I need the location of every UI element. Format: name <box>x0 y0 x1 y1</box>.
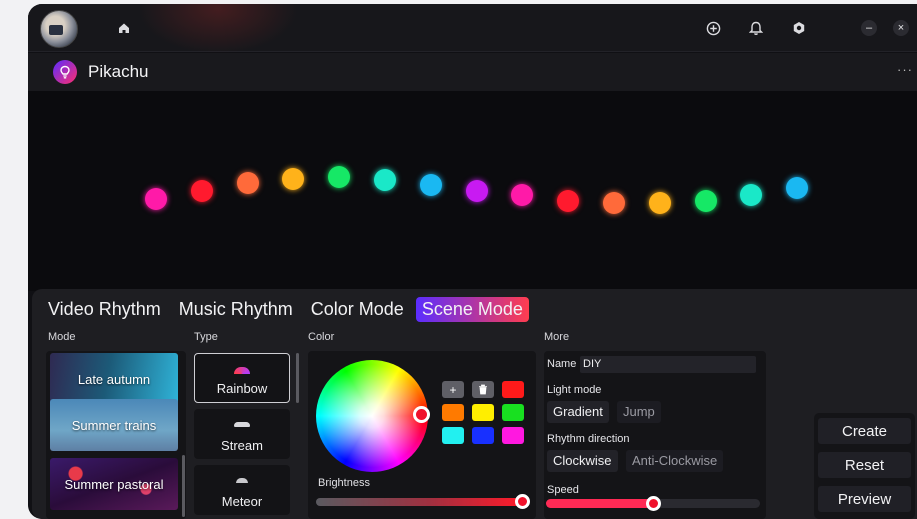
tab-music-rhythm[interactable]: Music Rhythm <box>173 297 299 322</box>
name-label: Name <box>547 358 577 370</box>
speed-slider-handle[interactable] <box>646 496 661 511</box>
direction-clockwise-option[interactable]: Clockwise <box>547 450 618 472</box>
color-swatch[interactable] <box>442 427 464 444</box>
rhythm-direction-label: Rhythm direction <box>547 433 630 445</box>
more-panel: Name DIY Light mode Gradient Jump Rhythm… <box>544 351 766 519</box>
action-panel: Create Reset Preview <box>814 413 915 519</box>
reset-button[interactable]: Reset <box>818 452 911 478</box>
tab-color-mode[interactable]: Color Mode <box>305 297 410 322</box>
more-section-label: More <box>544 331 570 343</box>
more-options-icon[interactable]: ··· <box>897 62 913 77</box>
type-item-label: Stream <box>221 438 263 453</box>
mode-item-label: Late autumn <box>77 371 151 387</box>
color-wheel-handle[interactable] <box>413 406 430 423</box>
name-field[interactable]: DIY <box>580 356 756 373</box>
light-mode-label: Light mode <box>547 384 602 396</box>
led-dot <box>740 184 763 206</box>
led-dot <box>328 166 351 188</box>
led-dot <box>419 174 442 196</box>
delete-color-button[interactable] <box>472 381 494 398</box>
minimize-button[interactable]: – <box>861 20 877 36</box>
bell-icon[interactable] <box>746 18 766 38</box>
mode-item-summer-pastoral[interactable]: Summer pastoral <box>50 458 178 510</box>
type-item-label: Rainbow <box>216 381 268 396</box>
meteor-icon <box>236 478 248 483</box>
type-section-label: Type <box>194 331 218 343</box>
bulb-icon <box>53 60 77 84</box>
color-swatch[interactable] <box>502 381 524 398</box>
mode-section-label: Mode <box>48 331 76 343</box>
color-section-label: Color <box>308 331 335 343</box>
preview-button[interactable]: Preview <box>818 486 911 512</box>
led-dot <box>603 192 625 214</box>
tab-scene-mode[interactable]: Scene Mode <box>415 297 529 322</box>
led-dot <box>282 168 305 190</box>
color-swatch[interactable] <box>472 427 494 444</box>
color-wheel[interactable] <box>316 360 428 472</box>
tab-video-rhythm[interactable]: Video Rhythm <box>42 297 167 322</box>
title-bar: – × <box>28 4 917 54</box>
minimize-icon: – <box>865 22 873 34</box>
led-dot <box>145 188 167 210</box>
mode-item-label: Summer trains <box>71 417 157 433</box>
led-dot <box>465 180 488 202</box>
device-header: Pikachu ··· <box>28 53 917 91</box>
speed-slider-fill <box>546 499 653 508</box>
led-dot <box>557 190 580 212</box>
add-circle-icon[interactable] <box>703 18 723 38</box>
trash-icon <box>479 384 487 395</box>
brightness-label: Brightness <box>318 477 370 489</box>
speed-slider[interactable] <box>546 496 760 511</box>
type-item-stream[interactable]: Stream <box>194 409 290 459</box>
mode-item-summer-trains[interactable]: Summer trains <box>50 399 178 451</box>
device-name: Pikachu <box>88 62 149 81</box>
plus-icon: + <box>449 382 457 397</box>
led-dot <box>236 172 259 194</box>
type-item-label: Meteor <box>221 494 263 509</box>
led-dot <box>786 177 809 199</box>
avatar[interactable] <box>40 10 78 48</box>
add-color-button[interactable]: + <box>442 381 464 398</box>
color-panel: + Brightness <box>308 351 536 519</box>
color-swatch[interactable] <box>502 404 524 421</box>
close-icon: × <box>897 22 905 34</box>
color-swatch[interactable] <box>472 404 494 421</box>
led-dot <box>374 169 396 191</box>
home-icon[interactable] <box>114 18 134 38</box>
color-swatch[interactable] <box>502 427 524 444</box>
speed-label: Speed <box>547 484 579 496</box>
brightness-slider-handle[interactable] <box>514 494 530 509</box>
mode-item-label: Summer pastoral <box>64 476 164 492</box>
brightness-slider[interactable] <box>316 498 522 506</box>
settings-hex-icon[interactable] <box>789 18 809 38</box>
led-dot <box>190 180 213 202</box>
mode-list-scrollbar[interactable] <box>182 455 185 517</box>
stream-icon <box>234 422 250 427</box>
control-panel: Video Rhythm Music Rhythm Color Mode Sce… <box>32 289 917 519</box>
type-list-scrollbar[interactable] <box>296 353 299 403</box>
mode-list: Late autumn Summer trains Summer pastora… <box>46 351 186 519</box>
mode-item-late-autumn[interactable]: Late autumn <box>50 353 178 405</box>
app-window: – × Pikachu ··· Video Rhythm Music Rhyth… <box>28 4 917 519</box>
color-swatch[interactable] <box>442 404 464 421</box>
type-item-rainbow[interactable]: Rainbow <box>194 353 290 403</box>
rainbow-icon <box>234 367 250 374</box>
mode-tabs: Video Rhythm Music Rhythm Color Mode Sce… <box>42 297 529 322</box>
direction-anti-clockwise-option[interactable]: Anti-Clockwise <box>626 450 724 472</box>
create-button[interactable]: Create <box>818 418 911 444</box>
type-list: Rainbow Stream Meteor <box>194 351 302 519</box>
led-dot <box>648 192 671 214</box>
light-mode-jump-option[interactable]: Jump <box>617 401 661 423</box>
type-item-meteor[interactable]: Meteor <box>194 465 290 515</box>
led-dot <box>694 190 717 212</box>
close-button[interactable]: × <box>893 20 909 36</box>
led-dot <box>511 184 534 206</box>
title-bar-glow <box>138 4 298 54</box>
light-mode-gradient-option[interactable]: Gradient <box>547 401 609 423</box>
led-preview-canvas <box>28 91 917 291</box>
